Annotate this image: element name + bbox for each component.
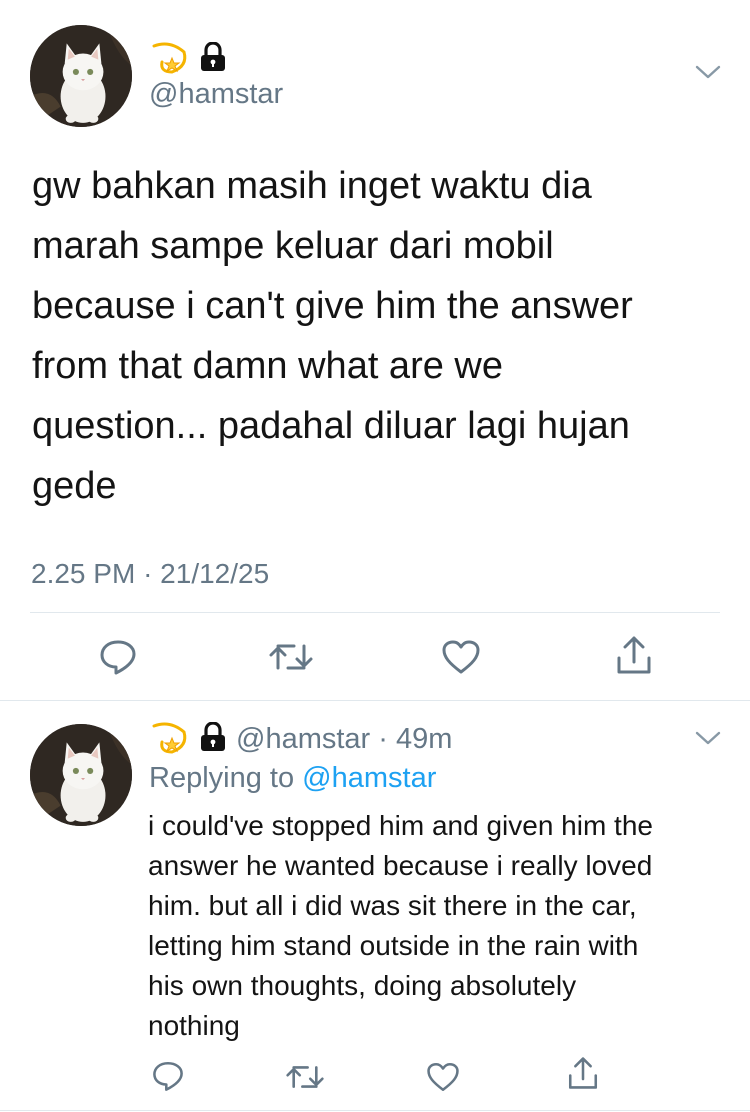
meta-separator: · <box>378 723 388 755</box>
tweet-text: gw bahkan masih inget waktu dia marah sa… <box>32 165 633 507</box>
dizzy-star-emoji-icon <box>150 718 190 758</box>
reply-icon[interactable] <box>151 1059 185 1093</box>
chevron-down-icon[interactable] <box>694 729 722 747</box>
avatar[interactable] <box>30 25 132 127</box>
author-handle[interactable]: @hamstar <box>149 78 283 111</box>
replying-to-handle-link[interactable]: @hamstar <box>302 762 436 794</box>
like-icon[interactable] <box>441 639 481 675</box>
author-handle[interactable]: @hamstar <box>236 723 370 755</box>
divider <box>0 1110 750 1111</box>
replying-to: Replying to @hamstar <box>149 762 436 795</box>
reply-header-meta: @hamstar · 49m <box>236 723 452 756</box>
reply-text: i could've stopped him and given him the… <box>148 810 653 1041</box>
tweet-timestamp: 2.25 PM · 21/12/25 <box>31 558 269 590</box>
lock-icon <box>199 722 227 752</box>
tweet-time: 2.25 PM <box>31 558 136 589</box>
reply-icon[interactable] <box>98 638 138 676</box>
share-icon[interactable] <box>614 634 654 676</box>
relative-time[interactable]: 49m <box>396 723 452 755</box>
replying-to-label: Replying to <box>149 762 295 794</box>
tweet-date: 21/12/25 <box>160 558 270 589</box>
meta-separator: · <box>143 558 153 589</box>
avatar[interactable] <box>30 724 132 826</box>
chevron-down-icon[interactable] <box>694 63 722 81</box>
dizzy-star-emoji-icon <box>150 38 190 78</box>
like-icon[interactable] <box>426 1061 460 1093</box>
divider <box>30 612 720 613</box>
share-icon[interactable] <box>566 1055 600 1091</box>
retweet-icon[interactable] <box>268 640 314 674</box>
retweet-icon[interactable] <box>285 1062 325 1092</box>
lock-icon <box>199 42 227 72</box>
divider <box>0 700 750 701</box>
